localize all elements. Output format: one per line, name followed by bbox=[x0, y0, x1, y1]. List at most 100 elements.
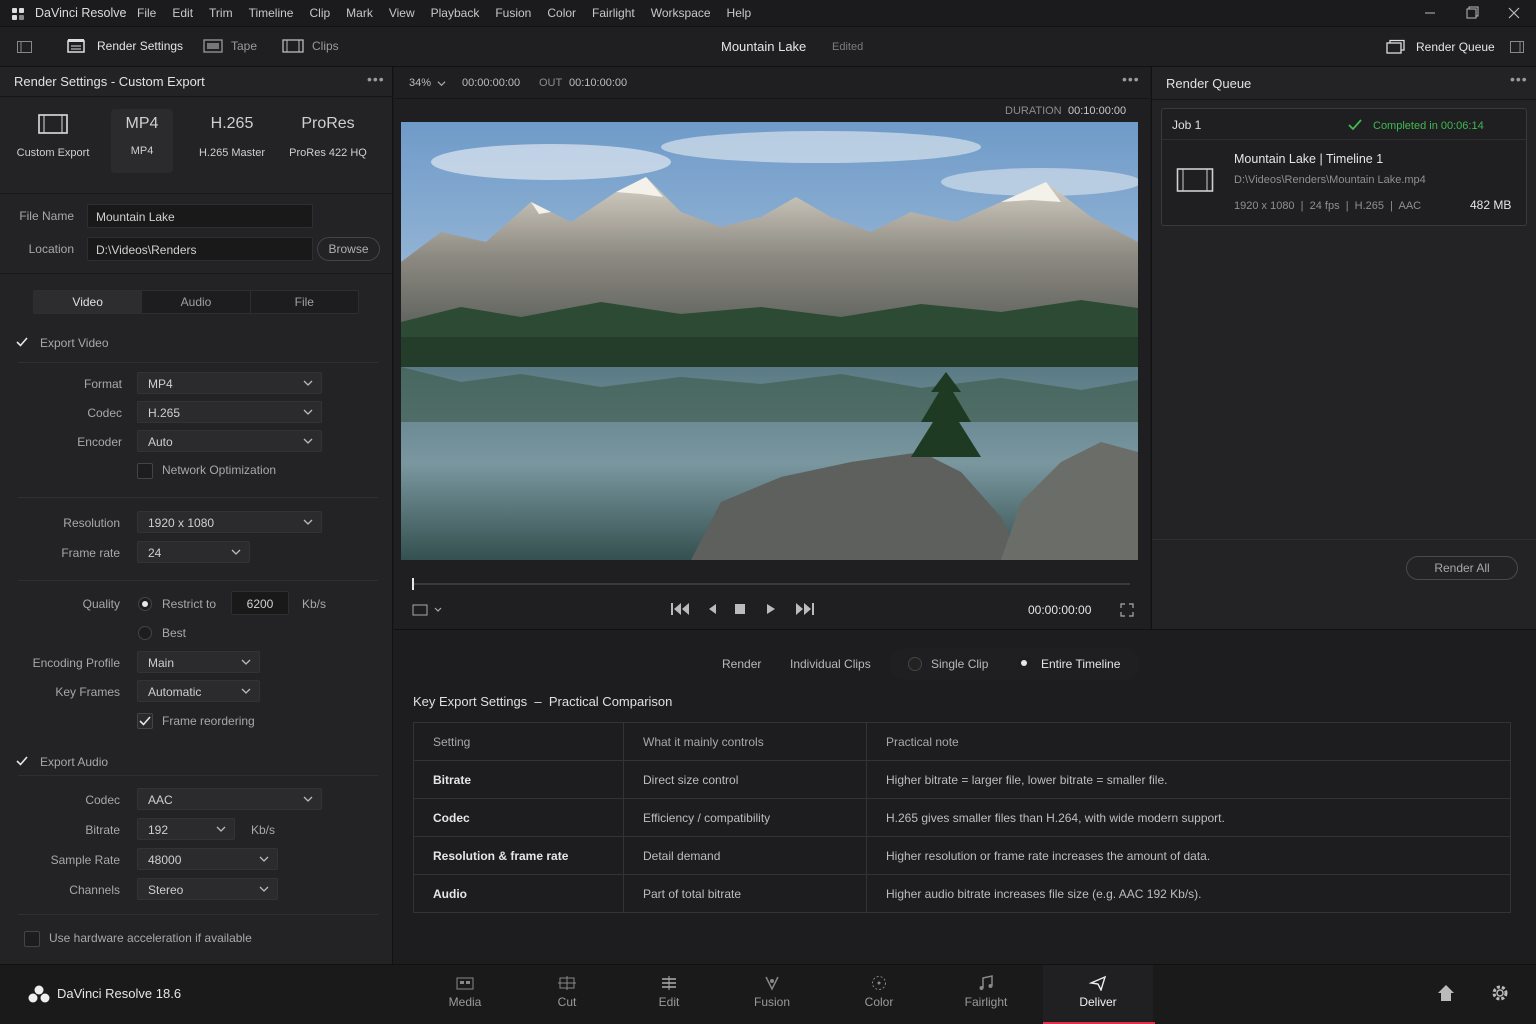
restrict-to-radio[interactable] bbox=[138, 597, 152, 611]
render-settings-button[interactable]: Render Settings bbox=[67, 38, 183, 54]
menu-item-fusion[interactable]: Fusion bbox=[495, 6, 531, 20]
encoder-select[interactable]: Auto bbox=[137, 430, 322, 452]
tab-file[interactable]: File bbox=[251, 291, 358, 313]
location-input[interactable]: D:\Videos\Renders bbox=[87, 237, 313, 261]
menu-item-mark[interactable]: Mark bbox=[346, 6, 373, 20]
preset-custom-export[interactable]: Custom Export bbox=[14, 111, 92, 173]
export-video-check-icon[interactable] bbox=[15, 335, 29, 349]
preset-prores[interactable]: ProRes ProRes 422 HQ bbox=[288, 111, 368, 173]
audio-codec-select[interactable]: AAC bbox=[137, 788, 322, 810]
job-name: Job 1 bbox=[1172, 118, 1202, 132]
viewer-more-options-icon[interactable]: ••• bbox=[1122, 71, 1140, 87]
framerate-select[interactable]: 24 bbox=[137, 541, 250, 563]
table-cell: Detail demand bbox=[623, 836, 867, 875]
render-job-card[interactable]: Job 1 Completed in 00:06:14 Mountain Lak… bbox=[1161, 108, 1527, 226]
single-clip-radio[interactable] bbox=[908, 657, 922, 671]
best-radio[interactable] bbox=[138, 626, 152, 640]
tab-video[interactable]: Video bbox=[34, 291, 143, 313]
skip-to-end-icon[interactable] bbox=[795, 602, 815, 616]
menu-item-clip[interactable]: Clip bbox=[309, 6, 330, 20]
out-label: OUT bbox=[539, 77, 563, 89]
tab-audio[interactable]: Audio bbox=[142, 291, 251, 313]
key-frames-select[interactable]: Automatic bbox=[137, 680, 260, 702]
gear-icon[interactable] bbox=[1490, 983, 1510, 1003]
encoder-value: Auto bbox=[148, 435, 173, 449]
menu-item-help[interactable]: Help bbox=[727, 6, 752, 20]
menu-item-file[interactable]: File bbox=[137, 6, 156, 20]
page-edit[interactable]: Edit bbox=[614, 965, 724, 1024]
menu-item-color[interactable]: Color bbox=[547, 6, 576, 20]
menu-item-view[interactable]: View bbox=[389, 6, 415, 20]
network-optimization-checkbox[interactable] bbox=[137, 463, 153, 479]
more-options-icon[interactable]: ••• bbox=[367, 71, 385, 87]
viewer-mode-icon[interactable] bbox=[412, 603, 444, 617]
sidebar-toggle-icon[interactable] bbox=[1508, 39, 1526, 55]
step-back-icon[interactable] bbox=[706, 602, 718, 616]
tape-button[interactable]: Tape bbox=[203, 38, 257, 54]
chevron-down-icon bbox=[303, 796, 313, 802]
encoding-profile-select[interactable]: Main bbox=[137, 651, 260, 673]
fullscreen-icon[interactable] bbox=[1120, 603, 1134, 617]
page-color[interactable]: Color bbox=[824, 965, 934, 1024]
file-name-input[interactable]: Mountain Lake bbox=[87, 204, 313, 228]
menu-item-playback[interactable]: Playback bbox=[431, 6, 480, 20]
page-media[interactable]: Media bbox=[410, 965, 520, 1024]
minimize-icon[interactable] bbox=[1420, 4, 1440, 22]
restore-icon[interactable] bbox=[1462, 4, 1482, 22]
render-all-button[interactable]: Render All bbox=[1406, 556, 1518, 580]
page-fusion[interactable]: Fusion bbox=[717, 965, 827, 1024]
individual-clips-option[interactable]: Individual Clips bbox=[790, 657, 871, 671]
menu-item-timeline[interactable]: Timeline bbox=[249, 6, 294, 20]
bitrate-input[interactable]: 6200 bbox=[231, 591, 289, 615]
table-cell: Codec bbox=[413, 798, 624, 837]
zoom-level[interactable]: 34% bbox=[409, 77, 431, 89]
channels-select[interactable]: Stereo bbox=[137, 878, 278, 900]
resolution-select[interactable]: 1920 x 1080 bbox=[137, 511, 322, 533]
timeline-scrubber[interactable] bbox=[412, 583, 1130, 585]
frame-reordering-checkbox[interactable] bbox=[137, 713, 153, 729]
panel-toggle-icon[interactable] bbox=[16, 39, 34, 55]
menu-item-trim[interactable]: Trim bbox=[209, 6, 233, 20]
hw-accel-checkbox[interactable] bbox=[24, 931, 40, 947]
menu-item-workspace[interactable]: Workspace bbox=[651, 6, 711, 20]
page-fairlight[interactable]: Fairlight bbox=[931, 965, 1041, 1024]
play-icon[interactable] bbox=[765, 602, 777, 616]
preset-mp4[interactable]: MP4 MP4 bbox=[111, 109, 173, 173]
best-label: Best bbox=[162, 626, 187, 640]
viewer-panel: 34% 00:00:00:00 OUT 00:10:00:00 ••• DURA… bbox=[394, 67, 1150, 629]
color-icon bbox=[872, 976, 886, 990]
preset-h265-master[interactable]: H.265 H.265 Master bbox=[193, 111, 271, 173]
export-audio-check-icon[interactable] bbox=[15, 754, 29, 768]
skip-to-start-icon[interactable] bbox=[670, 602, 690, 616]
project-status: Edited bbox=[832, 41, 864, 53]
playhead-timecode: 00:00:00:00 bbox=[1028, 603, 1092, 617]
divider bbox=[18, 914, 378, 915]
render-queue-button[interactable]: Render Queue bbox=[1386, 39, 1495, 55]
playhead[interactable] bbox=[412, 578, 414, 590]
close-icon[interactable] bbox=[1504, 4, 1524, 22]
job-header: Job 1 Completed in 00:06:14 bbox=[1162, 109, 1526, 140]
home-icon[interactable] bbox=[1436, 983, 1456, 1003]
codec-select[interactable]: H.265 bbox=[137, 401, 322, 423]
format-select[interactable]: MP4 bbox=[137, 372, 322, 394]
entire-timeline-radio[interactable] bbox=[1018, 657, 1032, 671]
app-name: DaVinci Resolve bbox=[35, 6, 127, 20]
menu-item-fairlight[interactable]: Fairlight bbox=[592, 6, 635, 20]
page-deliver[interactable]: Deliver bbox=[1043, 965, 1155, 1024]
page-cut[interactable]: Cut bbox=[512, 965, 622, 1024]
sample-rate-label: Sample Rate bbox=[50, 853, 120, 867]
menu-item-edit[interactable]: Edit bbox=[172, 6, 193, 20]
edit-icon bbox=[662, 976, 676, 990]
audio-bitrate-label: Bitrate bbox=[85, 823, 120, 837]
queue-more-options-icon[interactable]: ••• bbox=[1510, 71, 1528, 87]
clips-button[interactable]: Clips bbox=[282, 38, 339, 54]
stop-icon[interactable] bbox=[734, 603, 746, 615]
sample-rate-select[interactable]: 48000 bbox=[137, 848, 278, 870]
film-frame-icon bbox=[14, 111, 92, 137]
chevron-down-icon[interactable] bbox=[437, 79, 446, 88]
render-options-area: Render Individual Clips Single Clip Enti… bbox=[394, 629, 1536, 964]
render-queue-header: Render Queue ••• bbox=[1152, 67, 1536, 100]
browse-button[interactable]: Browse bbox=[317, 237, 380, 261]
table-cell: Direct size control bbox=[623, 760, 867, 799]
audio-bitrate-select[interactable]: 192 bbox=[137, 818, 235, 840]
